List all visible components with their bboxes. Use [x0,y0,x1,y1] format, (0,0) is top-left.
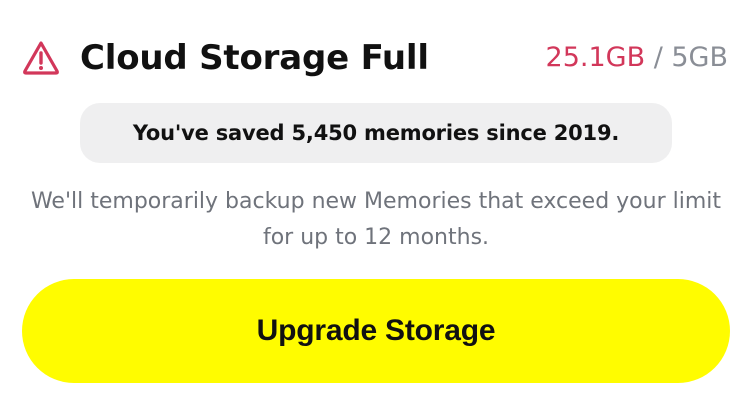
backup-description: We'll temporarily backup new Memories th… [30,189,722,250]
memories-summary-pill: You've saved 5,450 memories since 2019. [80,103,672,163]
memories-summary-text: You've saved 5,450 memories since 2019. [132,121,620,145]
page-title: Cloud Storage Full [80,38,429,78]
storage-usage: 25.1GB / 5GB [546,38,728,78]
warning-triangle-icon [21,38,61,78]
storage-header: Cloud Storage Full 25.1GB / 5GB [0,0,752,110]
upgrade-storage-button[interactable]: Upgrade Storage [22,279,730,383]
storage-limit-value: 5GB [671,42,728,73]
storage-used-value: 25.1GB [545,42,646,73]
storage-usage-separator: / [645,42,672,73]
storage-full-card: Cloud Storage Full 25.1GB / 5GB You've s… [0,0,752,407]
upgrade-storage-label: Upgrade Storage [256,314,496,347]
